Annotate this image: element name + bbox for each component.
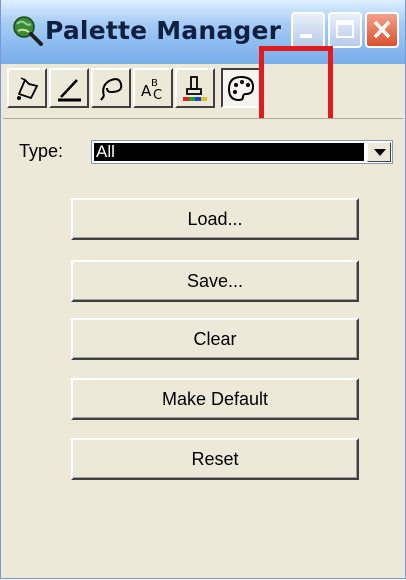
load-button[interactable]: Load... — [71, 198, 359, 240]
palette-toolbar: A B C — [1, 64, 405, 116]
svg-text:C: C — [153, 88, 162, 103]
pencil-icon — [58, 79, 81, 102]
maximize-button[interactable] — [328, 12, 362, 48]
maximize-icon — [336, 20, 354, 38]
title-bar[interactable]: Palette Manager — [1, 0, 405, 64]
text-case-icon: A B C — [141, 78, 162, 103]
lasso-icon — [100, 78, 123, 101]
tool-palette[interactable] — [221, 68, 261, 108]
tool-text-case[interactable]: A B C — [133, 68, 173, 108]
make-default-button[interactable]: Make Default — [71, 378, 359, 420]
palette-manager-window: Palette Manager A B C Type: All Load... … — [0, 0, 406, 579]
tool-color-pen[interactable] — [175, 68, 215, 108]
close-button[interactable] — [365, 12, 399, 48]
minimize-button[interactable] — [291, 12, 325, 48]
color-pen-icon — [183, 76, 207, 101]
dropdown-arrow-button[interactable] — [367, 142, 391, 162]
clear-button[interactable]: Clear — [71, 318, 359, 360]
window-title: Palette Manager — [45, 16, 282, 45]
type-dropdown-value: All — [94, 143, 364, 161]
type-dropdown[interactable]: All — [91, 140, 393, 164]
tool-lasso[interactable] — [91, 68, 131, 108]
minimize-icon — [300, 34, 312, 38]
tool-paint-bucket[interactable] — [7, 68, 47, 108]
chevron-down-icon — [374, 149, 386, 156]
palette-icon — [227, 75, 255, 102]
tool-pencil[interactable] — [49, 68, 89, 108]
type-label: Type: — [19, 141, 64, 161]
save-button[interactable]: Save... — [71, 260, 359, 302]
palette-tool-highlight-box — [259, 46, 333, 124]
close-icon — [373, 20, 391, 39]
paint-bucket-icon — [17, 77, 39, 100]
reset-button[interactable]: Reset — [71, 438, 359, 480]
app-globe-icon — [11, 14, 43, 46]
